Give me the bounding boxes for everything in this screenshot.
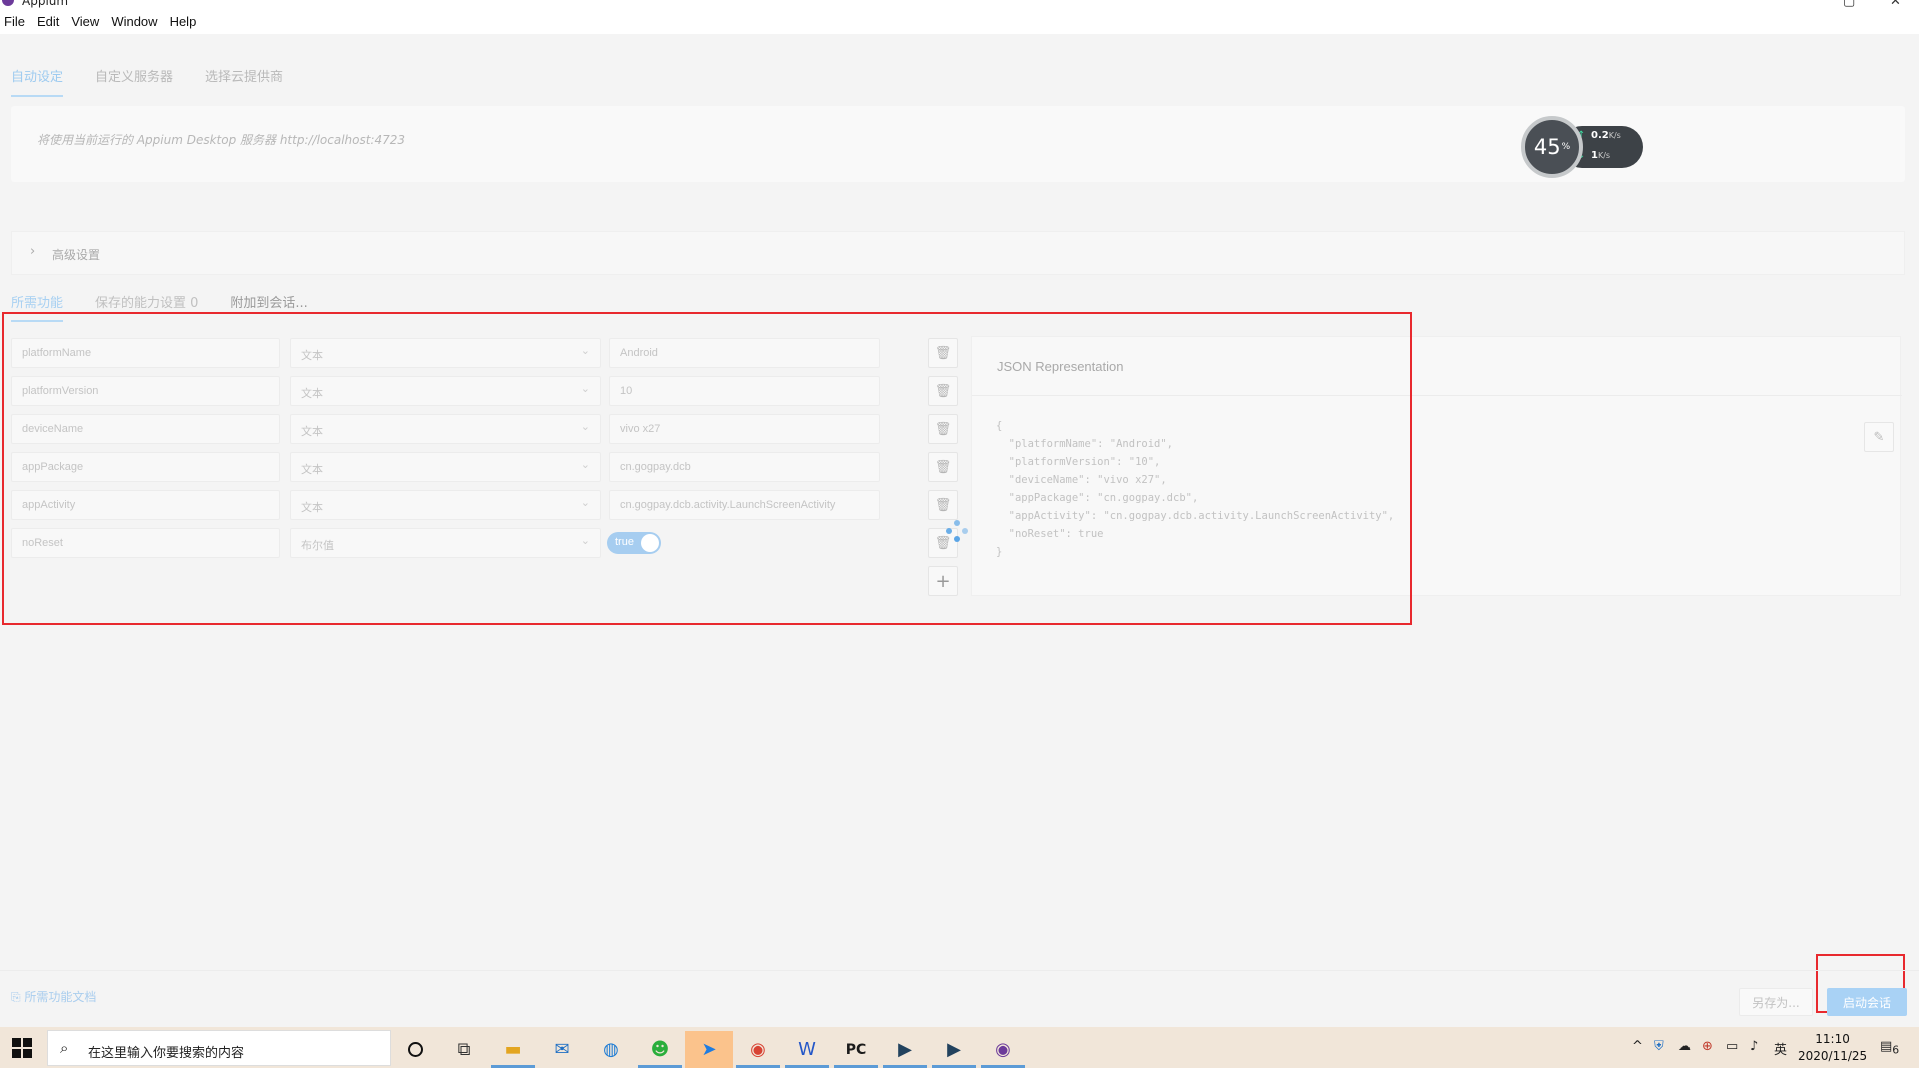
task-view-icon[interactable]: ⧉ (440, 1031, 488, 1068)
terminal-icon[interactable]: ▶ (881, 1031, 929, 1068)
network-meter[interactable]: 45% ↑ 0.2K/s ↓ 1K/s (1521, 116, 1643, 178)
cpu-percent: 45% (1521, 116, 1583, 178)
tab-custom-server[interactable]: 自定义服务器 (95, 66, 173, 97)
chrome-icon[interactable]: ◉ (734, 1031, 782, 1068)
menu-edit[interactable]: Edit (37, 14, 59, 29)
wps-icon[interactable]: W (783, 1031, 831, 1068)
appium-logo-icon (2, 0, 14, 6)
taskbar-clock[interactable]: 11:10 2020/11/25 (1798, 1031, 1867, 1065)
windows-taskbar: ⌕ 在这里输入你要搜索的内容 ⧉ ▬ ✉ ◍ ☻ ➤ ◉ W PC ▶ ▶ ◉ … (0, 1027, 1919, 1068)
link-icon: ⎘ (11, 990, 25, 1004)
upload-speed: 0.2 (1591, 130, 1609, 141)
ime-indicator[interactable]: 英 (1774, 1039, 1787, 1058)
highlight-capabilities-box (2, 312, 1412, 625)
pycharm-icon[interactable]: PC (832, 1031, 880, 1068)
server-info-text: 将使用当前运行的 Appium Desktop 服务器 http://local… (37, 133, 406, 147)
notification-icon[interactable]: ▤6 (1880, 1039, 1899, 1057)
download-speed: 1 (1591, 150, 1598, 161)
advanced-settings-label: 高级设置 (52, 248, 101, 262)
edit-json-button[interactable]: ✎ (1864, 422, 1894, 452)
chevron-up-icon[interactable]: ^ (1632, 1039, 1643, 1054)
cloud-icon[interactable]: ☁ (1678, 1039, 1691, 1054)
menu-view[interactable]: View (71, 14, 99, 29)
pencil-icon: ✎ (1873, 429, 1885, 445)
tab-auto[interactable]: 自动设定 (11, 66, 64, 97)
tab-cloud-provider[interactable]: 选择云提供商 (205, 66, 283, 97)
feishu-icon[interactable]: ➤ (685, 1031, 733, 1068)
start-session-button[interactable]: 启动会话 (1827, 988, 1907, 1016)
chevron-right-icon: › (30, 244, 36, 259)
cortana-icon[interactable] (391, 1031, 439, 1068)
footer-divider (0, 970, 1919, 971)
menu-file[interactable]: File (4, 14, 25, 29)
browser-icon[interactable]: ◍ (587, 1031, 635, 1068)
shield-icon[interactable]: ⛨ (1654, 1039, 1664, 1054)
menu-help[interactable]: Help (170, 14, 197, 29)
antivirus-icon[interactable]: ⊕ (1702, 1039, 1713, 1054)
save-as-button[interactable]: 另存为... (1739, 988, 1813, 1016)
appium-taskbar-icon[interactable]: ◉ (979, 1031, 1027, 1068)
wechat-icon[interactable]: ☻ (636, 1031, 684, 1068)
windows-start-icon[interactable] (12, 1038, 32, 1058)
capabilities-docs-link[interactable]: ⎘ 所需功能文档 (11, 988, 96, 1005)
search-icon: ⌕ (60, 1039, 69, 1057)
advanced-settings[interactable]: › 高级设置 (11, 231, 1905, 275)
network-icon[interactable]: ▭ (1726, 1039, 1738, 1054)
volume-icon[interactable]: ♪ (1750, 1039, 1758, 1054)
powershell-icon[interactable]: ▶ (930, 1031, 978, 1068)
menu-bar: File Edit View Window Help (0, 8, 1919, 34)
menu-window[interactable]: Window (111, 14, 157, 29)
server-tabs: 自动设定 自定义服务器 选择云提供商 (11, 66, 315, 97)
mail-icon[interactable]: ✉ (538, 1031, 586, 1068)
taskbar-search-box[interactable]: ⌕ 在这里输入你要搜索的内容 (47, 1030, 391, 1066)
window-title: Appium (22, 0, 69, 8)
title-bar: Appium ▢ ✕ (0, 0, 1919, 9)
file-explorer-icon[interactable]: ▬ (489, 1031, 537, 1068)
